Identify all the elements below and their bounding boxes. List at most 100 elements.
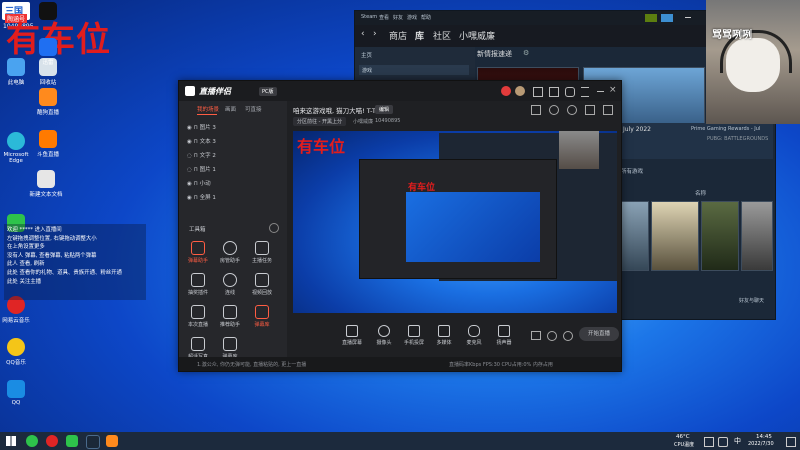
desktop-icon-jianying[interactable] (28, 2, 68, 22)
source-media[interactable]: 多媒体 (429, 325, 459, 346)
layer-item[interactable]: ◉ ⊓ 文本 3 (187, 137, 216, 145)
lock-icon[interactable]: ⊓ (194, 181, 198, 187)
source-phone[interactable]: 手机投屏 (399, 325, 429, 346)
tray-date[interactable]: 2022/7/30 (748, 441, 774, 447)
steam-blue-button[interactable] (661, 14, 673, 22)
lock-icon[interactable]: ⊓ (194, 125, 198, 131)
tool-replay[interactable]: 视频回放 (249, 273, 275, 296)
lock-icon[interactable]: ⊓ (194, 139, 198, 145)
notification-icon[interactable] (786, 437, 796, 447)
menu-games[interactable]: 游戏 (407, 14, 417, 21)
layer-item[interactable]: ◌ ⊓ 文字 2 (187, 151, 216, 159)
tray-network-icon[interactable] (704, 437, 714, 447)
taskbar-live-icon[interactable] (106, 435, 118, 447)
menu-steam[interactable]: Steam (361, 14, 377, 20)
desktop-icon-douyu[interactable]: 斗鱼直播 (28, 130, 68, 158)
start-live-button[interactable]: 开始直播 (579, 327, 619, 341)
tool-this-live[interactable]: 本次直播 (185, 305, 211, 328)
tool-danmu-lib[interactable]: 弹幕库 (249, 305, 275, 328)
minimize-icon[interactable] (597, 91, 604, 92)
start-button[interactable] (6, 436, 16, 446)
steam-green-button[interactable] (645, 14, 657, 22)
taskbar-app-icon[interactable] (46, 435, 58, 447)
tray-lang[interactable]: 中 (734, 436, 741, 446)
tray-time[interactable]: 14:45 (756, 434, 772, 440)
source-camera[interactable]: 摄像头 (369, 325, 399, 346)
desktop-icon-kugou[interactable]: 酷狗直播 (28, 88, 68, 116)
category-select[interactable]: 分区前往 - 开黑上分 (293, 117, 346, 126)
bell-icon[interactable] (565, 87, 575, 97)
nav-community[interactable]: 社区 (433, 29, 451, 42)
desktop-icon-qqmusic[interactable]: QQ音乐 (0, 338, 36, 366)
menu-view[interactable]: 查看 (379, 14, 389, 21)
menu-help[interactable]: 帮助 (421, 14, 431, 21)
share-icon[interactable] (531, 105, 541, 115)
taskbar-browser-icon[interactable] (26, 435, 38, 447)
close-icon[interactable]: × (609, 85, 617, 95)
gear-icon[interactable] (563, 331, 573, 341)
layer-item[interactable]: ◉ ⊓ 全屏 1 (187, 193, 216, 201)
menu-friends[interactable]: 好友 (393, 14, 403, 21)
expand-icon[interactable] (603, 105, 613, 115)
settings-icon[interactable] (549, 105, 559, 115)
info-icon[interactable] (567, 105, 577, 115)
desktop-icon-xunlei[interactable]: 迅雷 (28, 38, 68, 66)
game-tile[interactable] (651, 201, 699, 271)
desktop-icon-qq[interactable]: QQ (0, 380, 36, 406)
toolbox-more-icon[interactable] (269, 223, 279, 233)
tool-room-admin[interactable]: 房管助手 (217, 241, 243, 264)
eye-icon[interactable]: ◌ (187, 167, 192, 173)
fullscreen-icon[interactable] (585, 105, 595, 115)
desktop-icon-music[interactable]: 网易云音乐 (0, 296, 36, 324)
taskbar-steam-icon[interactable] (86, 435, 100, 449)
gift-icon[interactable] (533, 87, 543, 97)
lock-icon[interactable]: ⊓ (194, 153, 198, 159)
edit-title-button[interactable]: 编辑 (375, 105, 394, 114)
forward-arrow-icon[interactable]: › (373, 29, 377, 39)
library-filter[interactable]: 游戏 (359, 65, 469, 75)
back-arrow-icon[interactable]: ‹ (361, 29, 365, 39)
taskbar-wechat-icon[interactable] (66, 435, 78, 447)
steam-minimize-button[interactable] (685, 17, 691, 18)
layer-item[interactable]: ◌ ⊓ 图片 1 (187, 165, 216, 173)
friends-chat[interactable]: 好友与聊天 (739, 297, 764, 304)
record-icon[interactable] (501, 86, 511, 96)
news-gear-icon[interactable]: ⚙ (523, 49, 529, 57)
eye-icon[interactable]: ◉ (187, 139, 192, 145)
tab-direct[interactable]: 可直接 (245, 105, 262, 113)
tab-screen[interactable]: 画面 (225, 105, 236, 113)
mic-control[interactable]: 麦克风 (459, 325, 489, 346)
game-tile[interactable] (741, 201, 773, 271)
source-screen[interactable]: 直播屏幕 (337, 325, 367, 346)
game-tile[interactable] (621, 201, 649, 271)
tool-tasks[interactable]: 主播任务 (249, 241, 275, 264)
menu-icon[interactable] (581, 87, 589, 97)
nav-library[interactable]: 库 (415, 29, 424, 42)
stream-preview[interactable]: 有车位 有车位 (293, 131, 617, 313)
mail-icon[interactable] (549, 87, 559, 97)
tool-link[interactable]: 连线 (217, 273, 243, 296)
timer-icon[interactable] (547, 331, 557, 341)
tray-volume-icon[interactable] (718, 437, 728, 447)
eye-icon[interactable]: ◉ (187, 125, 192, 131)
layer-item[interactable]: ◉ ⊓ 小动 (187, 179, 211, 187)
nav-username[interactable]: 小嘿威廉 (459, 29, 495, 42)
tool-recommend[interactable]: 推荐助手 (217, 305, 243, 328)
layer-item[interactable]: ◉ ⊓ 图片 3 (187, 123, 216, 131)
camera-toggle-icon[interactable] (531, 331, 541, 340)
eye-icon[interactable]: ◉ (187, 195, 192, 201)
lock-icon[interactable]: ⊓ (194, 195, 198, 201)
tab-scenes[interactable]: 我的场景 (197, 105, 219, 113)
desktop-icon-doc[interactable]: 新建文本文档 (26, 170, 66, 198)
game-tile[interactable] (701, 201, 739, 271)
speaker-control[interactable]: 扬声器 (489, 325, 519, 346)
library-home[interactable]: 主页 (361, 51, 372, 59)
lock-icon[interactable]: ⊓ (194, 167, 198, 173)
tool-lottery[interactable]: 抽奖插件 (185, 273, 211, 296)
eye-icon[interactable]: ◉ (187, 181, 192, 187)
nav-store[interactable]: 商店 (389, 29, 407, 42)
eye-icon[interactable]: ◌ (187, 153, 192, 159)
tool-danmu[interactable]: 弹幕助手 (185, 241, 211, 264)
sort-label[interactable]: 名称 (695, 189, 706, 197)
user-avatar[interactable] (515, 86, 525, 96)
